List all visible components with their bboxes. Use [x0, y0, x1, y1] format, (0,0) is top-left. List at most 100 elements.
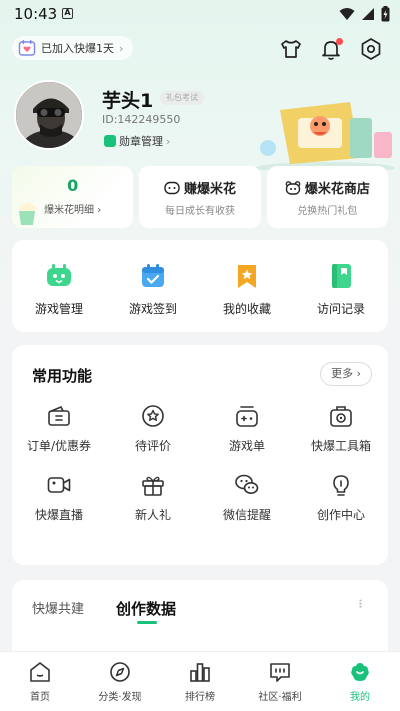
popcorn-bucket-icon [19, 202, 36, 225]
user-id[interactable]: ID:142249550 [102, 113, 180, 126]
popcorn-shop-title: 爆米花商店 [304, 182, 370, 197]
nav-profile[interactable]: 我的 [320, 652, 400, 711]
avatar[interactable] [14, 80, 84, 150]
function-wechat-reminder[interactable]: 微信提醒 [200, 472, 294, 523]
tab-kuaibao-build[interactable]: 快爆共建 [32, 598, 84, 617]
book-icon [332, 264, 351, 288]
common-functions-title: 常用功能 [32, 367, 93, 385]
common-functions-panel: 常用功能 更多 › 订单/优惠券 待评价 游戏单 快爆工具箱 快爆直播 新人礼 [12, 345, 388, 565]
nav-label: 分类·发现 [98, 692, 142, 703]
popcorn-shop-card[interactable]: 爆米花商店 兑换热门礼包 [266, 166, 388, 228]
badge-management-label: 勋章管理 [119, 135, 163, 148]
function-label: 订单/优惠券 [26, 439, 92, 453]
function-label: 待评价 [134, 439, 171, 453]
common-functions-grid: 订单/优惠券 待评价 游戏单 快爆工具箱 快爆直播 新人礼 微信提醒 创作中心 [12, 403, 388, 523]
creation-stats-panel: 快爆共建 创作数据 ··· [12, 580, 388, 660]
earn-popcorn-title: 赚爆米花 [183, 182, 236, 197]
function-live-stream[interactable]: 快爆直播 [12, 472, 106, 523]
ranking-icon [190, 663, 210, 682]
nav-category-discover[interactable]: 分类·发现 [80, 652, 160, 711]
hero-shop-illustration [255, 102, 395, 170]
profile-icon [351, 663, 369, 681]
joined-days-text: 已加入快爆1天 [41, 42, 114, 55]
bookmark-star-icon [238, 265, 256, 288]
popcorn-shop-subtitle: 兑换热门礼包 [297, 206, 358, 217]
quick-link-game-checkin[interactable]: 游戏签到 [106, 240, 200, 332]
quick-link-label: 游戏管理 [34, 302, 83, 316]
quick-link-favorites[interactable]: 我的收藏 [200, 240, 294, 332]
function-orders-coupons[interactable]: 订单/优惠券 [12, 403, 106, 454]
joined-days-pill[interactable]: 已加入快爆1天 › [12, 36, 134, 60]
gift-icon [142, 476, 164, 496]
popcorn-detail-card[interactable]: 0 爆米花明细 › [12, 166, 134, 228]
nav-community-welfare[interactable]: 社区·福利 [240, 652, 320, 711]
status-bar: 10:43 A [0, 0, 400, 28]
status-time: 10:43 [14, 5, 58, 23]
notification-button[interactable] [318, 36, 344, 62]
function-label: 微信提醒 [222, 508, 271, 522]
wechat-icon [235, 474, 259, 494]
toolbox-icon [330, 406, 352, 427]
function-label: 快爆直播 [34, 508, 83, 522]
settings-button[interactable] [358, 36, 384, 62]
shop-bear-icon [285, 180, 301, 195]
tab-creation-data[interactable]: 创作数据 [116, 598, 176, 619]
nav-label: 排行榜 [185, 692, 215, 703]
username: 芋头1 [102, 90, 154, 112]
tshirt-icon [281, 40, 301, 58]
notification-a-icon: A [62, 8, 73, 19]
function-pending-review[interactable]: 待评价 [106, 403, 200, 454]
badge-management-link[interactable]: 勋章管理 › [104, 133, 170, 149]
function-newcomer-gift[interactable]: 新人礼 [106, 472, 200, 523]
more-options-icon[interactable]: ··· [351, 598, 370, 607]
gear-icon [361, 38, 381, 60]
function-label: 创作中心 [316, 508, 365, 522]
lightbulb-icon [333, 475, 349, 496]
calendar-heart-icon [18, 40, 36, 56]
wifi-icon [339, 8, 355, 20]
popcorn-face-icon [164, 181, 180, 194]
more-button[interactable]: 更多 › [320, 362, 372, 386]
nav-label: 首页 [30, 692, 50, 703]
signal-icon [362, 8, 374, 20]
quick-link-label: 我的收藏 [222, 302, 271, 316]
video-camera-icon [47, 477, 71, 493]
community-icon [270, 663, 290, 682]
popcorn-cards: 0 爆米花明细 › 赚爆米花 每日成长有收获 爆米花商店 兑换热门礼包 [12, 166, 388, 228]
earn-popcorn-subtitle: 每日成长有收获 [164, 206, 235, 217]
game-list-icon [236, 406, 258, 427]
notification-dot [336, 38, 343, 45]
badge-icon [104, 135, 116, 147]
active-tab-indicator [137, 621, 157, 624]
chevron-right-icon: › [119, 41, 124, 55]
function-toolbox[interactable]: 快爆工具箱 [294, 403, 388, 454]
home-icon [30, 662, 50, 682]
coupon-icon [48, 406, 70, 426]
status-icons [339, 6, 390, 22]
outfit-button[interactable] [278, 36, 304, 62]
quick-link-label: 游戏签到 [128, 302, 177, 316]
star-badge-icon [142, 405, 164, 427]
quick-link-game-management[interactable]: 游戏管理 [12, 240, 106, 332]
level-tag[interactable]: 礼包考试 [160, 91, 204, 105]
function-label: 快爆工具箱 [310, 439, 371, 453]
compass-icon [110, 662, 130, 682]
earn-popcorn-card[interactable]: 赚爆米花 每日成长有收获 [139, 166, 261, 228]
battery-icon [381, 6, 390, 22]
quick-links-panel: 游戏管理 游戏签到 我的收藏 访问记录 [12, 240, 388, 332]
calendar-check-icon [142, 264, 164, 287]
nav-label: 我的 [350, 692, 370, 703]
quick-link-label: 访问记录 [316, 302, 365, 316]
chevron-right-icon: › [166, 134, 171, 148]
function-creator-center[interactable]: 创作中心 [294, 472, 388, 523]
function-game-list[interactable]: 游戏单 [200, 403, 294, 454]
nav-label: 社区·福利 [258, 692, 302, 703]
nav-ranking[interactable]: 排行榜 [160, 652, 240, 711]
popcorn-count: 0 [67, 176, 79, 195]
gamepad-icon [47, 264, 71, 286]
function-label: 新人礼 [134, 508, 171, 522]
function-label: 游戏单 [228, 439, 265, 453]
nav-home[interactable]: 首页 [0, 652, 80, 711]
quick-link-history[interactable]: 访问记录 [294, 240, 388, 332]
bottom-nav: 首页 分类·发现 排行榜 社区·福利 我的 [0, 651, 400, 711]
